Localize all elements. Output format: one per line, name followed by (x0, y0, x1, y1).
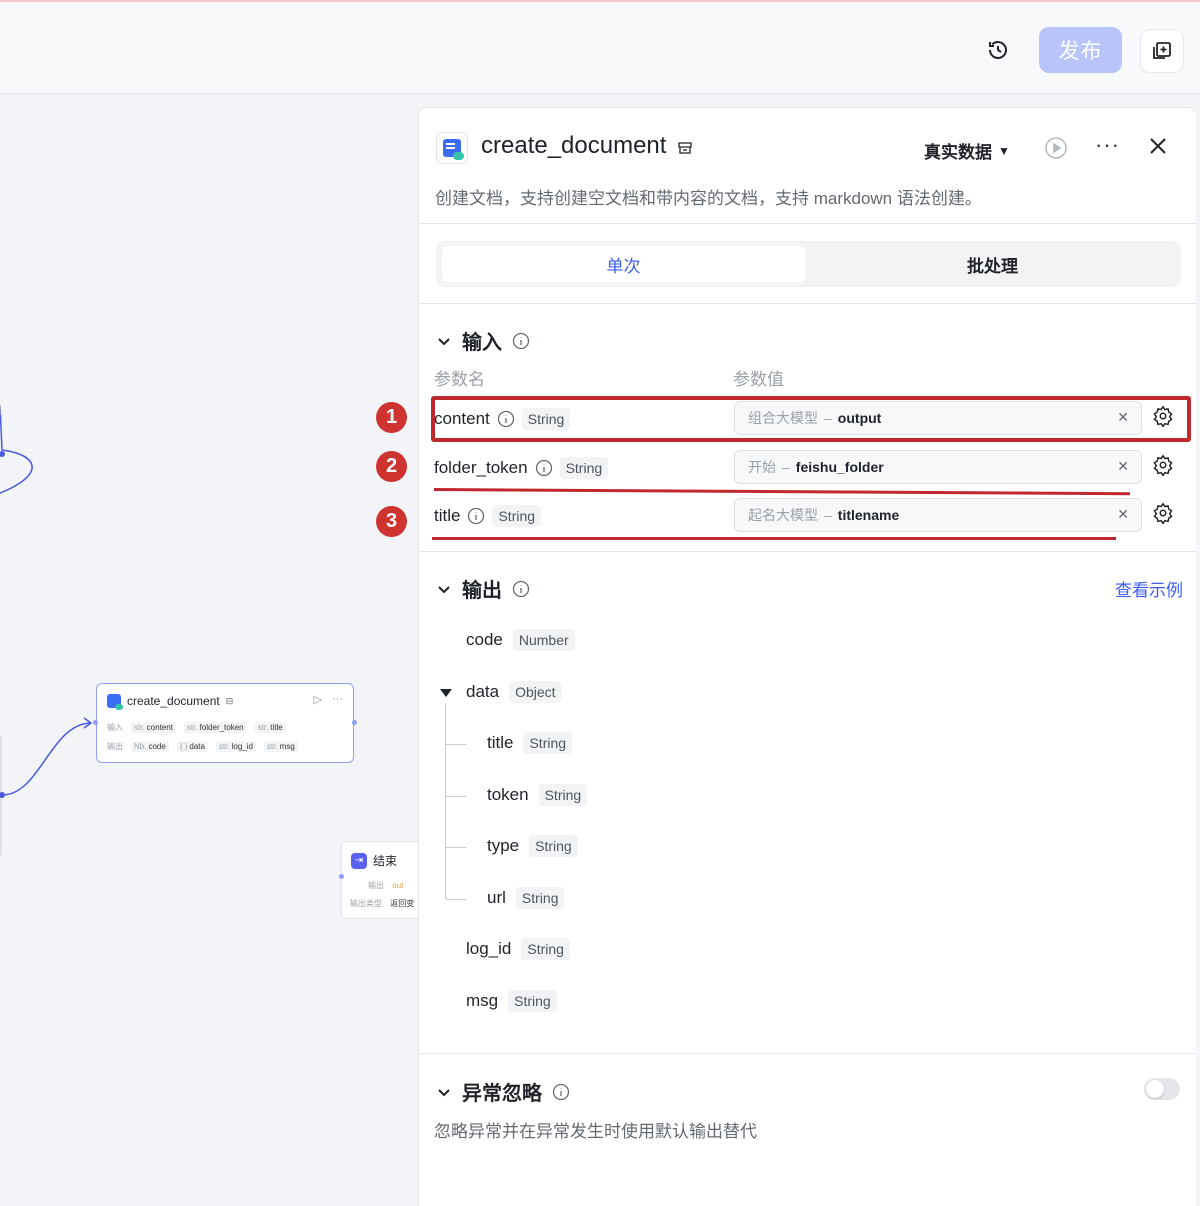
clear-icon[interactable]: ✕ (1117, 506, 1129, 523)
caret-down-icon: ▼ (998, 143, 1010, 158)
annotation-badge: 2 (376, 451, 407, 482)
panel-header: create_document 真实数据 ▼ ··· 创建文档，支持创建空文档和带… (419, 108, 1197, 224)
node-detail-panel: create_document 真实数据 ▼ ··· 创建文档，支持创建空文档和带… (418, 107, 1197, 1206)
type-tag: String (508, 990, 557, 1012)
history-button[interactable] (980, 32, 1016, 68)
output-field-token: token String (487, 784, 588, 806)
info-icon (512, 332, 530, 349)
end-node-input-port[interactable] (339, 874, 344, 879)
document-icon (107, 694, 123, 710)
history-icon (989, 41, 1007, 59)
output-field-code: code Number (466, 629, 575, 651)
param-row-folder-token: folder_token String 开始 – feishu_folder ✕ (434, 450, 1182, 488)
gear-icon[interactable] (1152, 454, 1174, 476)
node-input-port[interactable] (93, 720, 98, 725)
info-icon (468, 507, 485, 525)
document-icon (436, 132, 468, 164)
tab-batch[interactable]: 批处理 (811, 246, 1174, 282)
annotation-underline (432, 537, 1116, 540)
node-more-icon[interactable]: ··· (332, 693, 343, 706)
output-field-url: url String (487, 887, 565, 909)
caret-down-icon[interactable] (440, 689, 452, 697)
param-row-title: title String 起名大模型 – titlename ✕ (434, 498, 1182, 536)
output-field-title: title String (487, 732, 573, 754)
node-outputs: 输出 Nb. code { } data str. log_id str. msg (107, 741, 298, 752)
type-tag: String (492, 505, 542, 527)
node-output-port[interactable] (352, 720, 357, 725)
close-icon[interactable] (1147, 135, 1169, 157)
annotation-badge: 3 (376, 506, 407, 537)
output-section-header[interactable]: 输出 (436, 574, 530, 603)
node-title: create_document (127, 694, 220, 708)
end-node[interactable]: ⇥ 结束 输出 out 输出类型 返回变 (339, 841, 418, 919)
more-options-button[interactable]: ··· (1095, 132, 1120, 158)
end-icon: ⇥ (351, 852, 367, 869)
panel-description: 创建文档，支持创建空文档和带内容的文档，支持 markdown 语法创建。 (435, 189, 982, 208)
store-icon: ⊟ (225, 695, 234, 706)
node-output-tag: str. msg (264, 741, 298, 752)
panel-title: create_document (481, 132, 667, 159)
annotation-badge: 1 (376, 402, 407, 433)
mode-tabs: 单次 批处理 (436, 241, 1181, 287)
chevron-down-icon (438, 585, 450, 593)
type-tag: String (538, 784, 588, 806)
node-output-tag: str. log_id (215, 741, 256, 752)
info-icon (535, 459, 552, 477)
param-value-input[interactable]: 开始 – feishu_folder ✕ (734, 450, 1142, 484)
node-input-tag: str. content (131, 722, 176, 733)
output-field-data: data Object (466, 681, 562, 703)
ignore-exception-header[interactable]: 异常忽略 (436, 1077, 570, 1106)
info-icon (552, 1083, 570, 1100)
output-field-log-id: log_id String (466, 938, 570, 960)
create-document-node[interactable]: create_document ⊟ ▷ ··· 输入 str. content s… (93, 683, 357, 763)
top-bar: 发布 (0, 0, 1200, 94)
input-section-header[interactable]: 输入 (436, 326, 530, 355)
gear-icon[interactable] (1152, 502, 1174, 524)
ignore-exception-description: 忽略异常并在异常发生时使用默认输出替代 (434, 1122, 757, 1141)
data-mode-dropdown[interactable]: 真实数据 ▼ (924, 138, 1010, 163)
copy-icon (1153, 42, 1171, 59)
view-example-link[interactable]: 查看示例 (1115, 576, 1183, 601)
node-output-tag: { } data (176, 741, 208, 752)
chevron-down-icon (438, 1088, 450, 1096)
play-icon[interactable] (1044, 136, 1068, 160)
copy-button[interactable] (1140, 29, 1184, 73)
clear-icon[interactable]: ✕ (1117, 458, 1129, 475)
param-name-header: 参数名 (434, 370, 485, 389)
type-tag: String (521, 938, 570, 960)
node-run-icon[interactable]: ▷ (314, 693, 322, 706)
param-value-input[interactable]: 起名大模型 – titlename ✕ (734, 498, 1142, 532)
tree-line (445, 703, 446, 899)
node-input-tag: str. folder_token (183, 722, 247, 733)
info-icon (512, 580, 530, 597)
node-input-tag: str. title (254, 722, 286, 733)
type-tag: String (529, 835, 578, 857)
publish-button[interactable]: 发布 (1039, 27, 1122, 73)
output-field-msg: msg String (466, 990, 557, 1012)
output-field-type: type String (487, 835, 578, 857)
type-tag: String (523, 732, 573, 754)
canvas-connections (0, 404, 93, 855)
store-icon[interactable] (677, 140, 693, 156)
type-tag: String (515, 887, 565, 909)
end-node-title: 结束 (373, 854, 398, 868)
chevron-down-icon (438, 337, 450, 345)
param-value-header: 参数值 (733, 370, 784, 389)
type-tag: Object (509, 681, 562, 703)
ignore-exception-toggle[interactable] (1144, 1078, 1180, 1100)
node-output-tag: Nb. code (131, 741, 169, 752)
type-tag: String (559, 457, 609, 479)
workflow-canvas[interactable]: create_document ⊟ ▷ ··· 输入 str. content s… (0, 95, 418, 1206)
node-inputs: 输入 str. content str. folder_token str. titl… (107, 722, 286, 733)
type-tag: Number (512, 629, 575, 651)
annotation-box (431, 396, 1191, 442)
tab-single[interactable]: 单次 (442, 246, 805, 282)
